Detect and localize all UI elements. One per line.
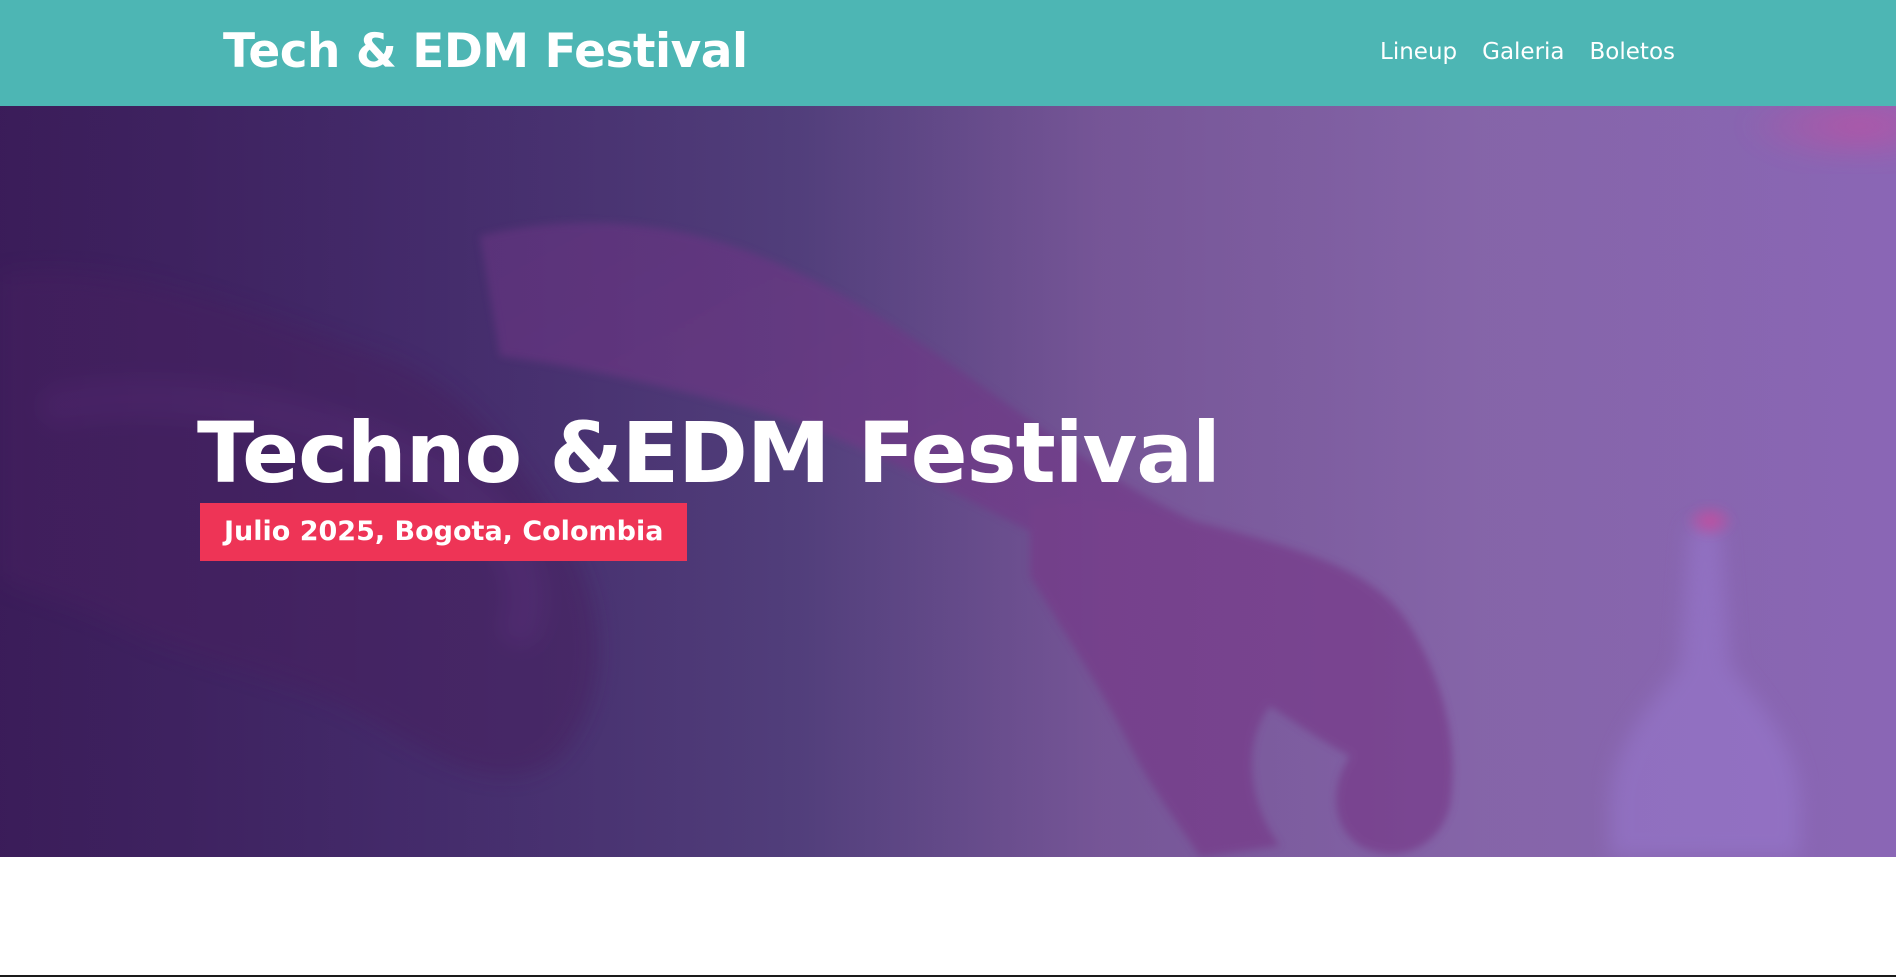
nav-link-lineup[interactable]: Lineup xyxy=(1380,36,1457,68)
site-header: Tech & EDM Festival Lineup Galeria Bolet… xyxy=(0,0,1896,106)
main-nav: Lineup Galeria Boletos xyxy=(1380,36,1675,68)
hero-date-location-badge: Julio 2025, Bogota, Colombia xyxy=(200,503,688,561)
site-logo[interactable]: Tech & EDM Festival xyxy=(223,24,748,80)
hero-section: Techno &EDM Festival Julio 2025, Bogota,… xyxy=(0,106,1896,857)
nav-link-boletos[interactable]: Boletos xyxy=(1590,36,1675,68)
nav-link-galeria[interactable]: Galeria xyxy=(1482,36,1564,68)
hero-title: Techno &EDM Festival xyxy=(197,404,1221,502)
